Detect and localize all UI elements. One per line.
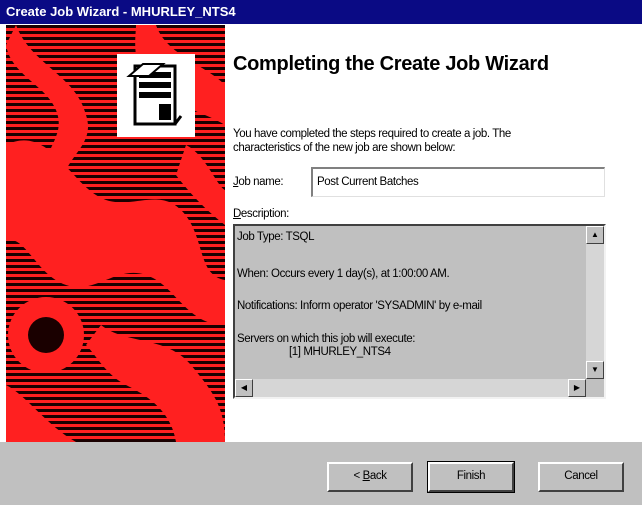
cancel-button[interactable]: Cancel bbox=[538, 462, 624, 492]
description-line-schedule: When: Occurs every 1 day(s), at 1:00:00 … bbox=[237, 268, 450, 280]
window-title: Create Job Wizard - MHURLEY_NTS4 bbox=[6, 4, 236, 19]
intro-text: You have completed the steps required to… bbox=[233, 127, 633, 155]
wizard-icon-box bbox=[117, 54, 195, 137]
arrow-down-icon: ▼ bbox=[591, 365, 599, 374]
description-line-servers-heading: Servers on which this job will execute: bbox=[237, 333, 416, 345]
back-button-mnemonic: B bbox=[362, 470, 371, 482]
server-icon bbox=[126, 63, 183, 126]
description-textbox[interactable]: Job Type: TSQL When: Occurs every 1 day(… bbox=[233, 224, 606, 399]
job-name-field[interactable]: Post Current Batches bbox=[311, 167, 605, 197]
intro-line-2: characteristics of the new job are shown… bbox=[233, 142, 456, 154]
back-button[interactable]: < Back bbox=[327, 462, 413, 492]
description-line-server: [1] MHURLEY_NTS4 bbox=[289, 346, 391, 358]
title-bar[interactable]: Create Job Wizard - MHURLEY_NTS4 bbox=[0, 0, 642, 24]
arrow-left-icon: ◀ bbox=[240, 383, 248, 392]
horizontal-scrollbar[interactable]: ◀ ▶ bbox=[235, 379, 586, 397]
scroll-down-button[interactable]: ▼ bbox=[586, 361, 604, 379]
description-label: Description: bbox=[233, 208, 289, 220]
scroll-right-button[interactable]: ▶ bbox=[568, 379, 586, 397]
back-button-label: ack bbox=[369, 470, 387, 482]
back-button-prefix: < bbox=[353, 470, 363, 482]
arrow-right-icon: ▶ bbox=[573, 383, 581, 392]
job-name-label: Job name: bbox=[233, 176, 284, 188]
scroll-left-button[interactable]: ◀ bbox=[235, 379, 253, 397]
arrow-up-icon: ▲ bbox=[591, 230, 599, 239]
description-mnemonic: D bbox=[233, 208, 241, 220]
intro-line-1: You have completed the steps required to… bbox=[233, 128, 511, 140]
job-name-label-text: ob name: bbox=[238, 176, 284, 188]
vertical-scrollbar[interactable]: ▲ ▼ bbox=[586, 226, 604, 379]
scroll-up-button[interactable]: ▲ bbox=[586, 226, 604, 244]
finish-button[interactable]: Finish bbox=[427, 461, 515, 493]
description-label-text: escription: bbox=[240, 208, 289, 220]
scrollbar-corner bbox=[586, 379, 604, 397]
description-line-notifications: Notifications: Inform operator 'SYSADMIN… bbox=[237, 300, 482, 312]
description-line-job-type: Job Type: TSQL bbox=[237, 231, 315, 243]
page-title: Completing the Create Job Wizard bbox=[233, 53, 549, 75]
